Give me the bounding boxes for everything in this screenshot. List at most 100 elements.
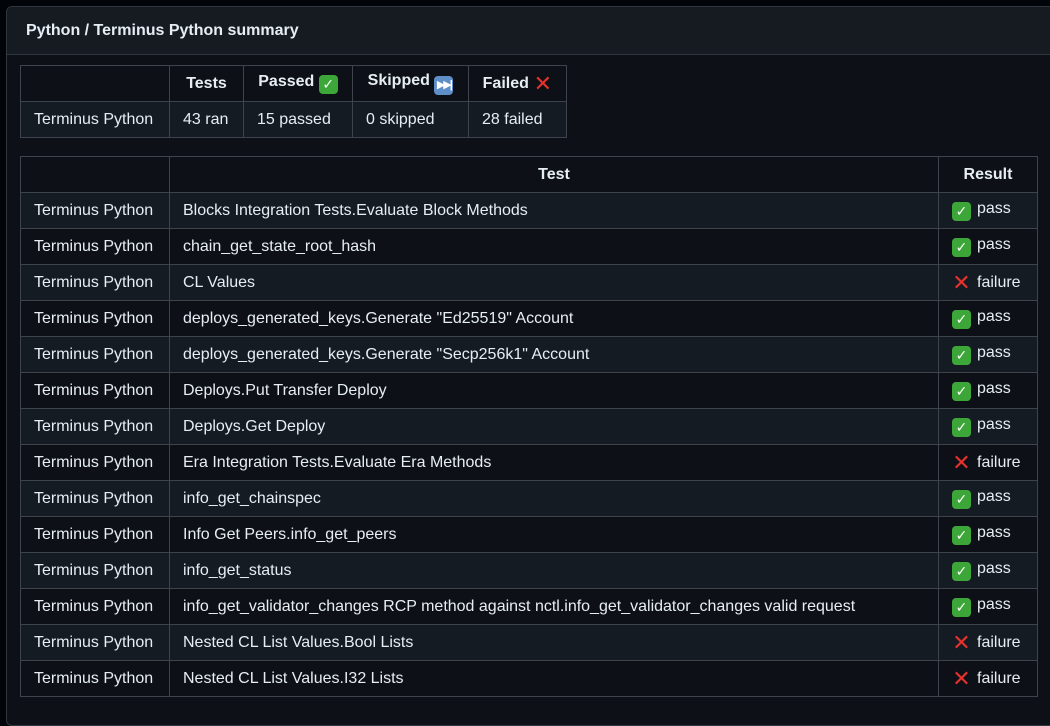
table-row: Terminus Python deploys_generated_keys.Ge… (20, 300, 1038, 337)
cross-icon: ✕ (952, 270, 971, 295)
summary-row: Terminus Python 43 ran 15 passed 0 skipp… (20, 101, 567, 138)
row-test-name: CL Values (169, 264, 939, 301)
row-suite: Terminus Python (20, 660, 170, 697)
row-suite: Terminus Python (20, 480, 170, 517)
row-test-name: deploys_generated_keys.Generate "Ed25519… (169, 300, 939, 337)
row-suite: Terminus Python (20, 264, 170, 301)
row-suite: Terminus Python (20, 552, 170, 589)
results-header-test: Test (169, 156, 939, 193)
row-result: ✕ failure (938, 624, 1038, 661)
row-result: ✓ pass (938, 192, 1038, 229)
row-test-name: Nested CL List Values.I32 Lists (169, 660, 939, 697)
check-icon: ✓ (952, 202, 971, 221)
row-suite: Terminus Python (20, 336, 170, 373)
row-test-name: info_get_validator_changes RCP method ag… (169, 588, 939, 625)
row-result: ✓ pass (938, 480, 1038, 517)
panel-title: Python / Terminus Python summary (7, 7, 1050, 55)
summary-header-row: Tests Passed ✓ Skipped ▶▶| Failed ✕ (20, 65, 567, 102)
row-test-name: Deploys.Put Transfer Deploy (169, 372, 939, 409)
summary-header-failed: Failed ✕ (468, 65, 567, 102)
row-test-name: Nested CL List Values.Bool Lists (169, 624, 939, 661)
check-icon: ✓ (952, 526, 971, 545)
results-body: Terminus Python Blocks Integration Tests.… (20, 192, 1038, 697)
results-header-row: Test Result (20, 156, 1038, 193)
row-result-label: failure (977, 274, 1021, 291)
row-result-label: pass (977, 380, 1011, 397)
row-result: ✓ pass (938, 588, 1038, 625)
row-suite: Terminus Python (20, 624, 170, 661)
row-suite: Terminus Python (20, 408, 170, 445)
check-icon: ✓ (952, 562, 971, 581)
cross-icon: ✕ (952, 630, 971, 655)
row-test-name: Info Get Peers.info_get_peers (169, 516, 939, 553)
cross-icon: ✕ (952, 666, 971, 691)
row-suite: Terminus Python (20, 588, 170, 625)
table-row: Terminus Python Deploys.Get Deploy ✓ pass (20, 408, 1038, 445)
table-row: Terminus Python Nested CL List Values.Boo… (20, 624, 1038, 661)
table-row: Terminus Python CL Values ✕ failure (20, 264, 1038, 301)
summary-passed: 15 passed (243, 101, 353, 138)
row-result-label: pass (977, 560, 1011, 577)
table-row: Terminus Python info_get_validator_change… (20, 588, 1038, 625)
table-row: Terminus Python Blocks Integration Tests.… (20, 192, 1038, 229)
row-result-label: failure (977, 454, 1021, 471)
row-result-label: failure (977, 670, 1021, 687)
row-suite: Terminus Python (20, 228, 170, 265)
row-result: ✓ pass (938, 408, 1038, 445)
row-test-name: Deploys.Get Deploy (169, 408, 939, 445)
summary-header-tests: Tests (169, 65, 244, 102)
table-row: Terminus Python Nested CL List Values.I32… (20, 660, 1038, 697)
row-test-name: Era Integration Tests.Evaluate Era Metho… (169, 444, 939, 481)
row-result-label: pass (977, 524, 1011, 541)
row-result: ✕ failure (938, 444, 1038, 481)
summary-header-blank (20, 65, 170, 102)
table-row: Terminus Python info_get_chainspec ✓ pass (20, 480, 1038, 517)
summary-failed: 28 failed (468, 101, 567, 138)
row-result-label: pass (977, 344, 1011, 361)
row-result-label: failure (977, 634, 1021, 651)
results-table: Test Result Terminus Python Blocks Integr… (20, 156, 1038, 697)
check-icon: ✓ (952, 238, 971, 257)
summary-table: Tests Passed ✓ Skipped ▶▶| Failed ✕ Term… (20, 65, 567, 138)
check-icon: ✓ (952, 490, 971, 509)
check-icon: ✓ (952, 598, 971, 617)
row-suite: Terminus Python (20, 192, 170, 229)
check-icon: ✓ (952, 346, 971, 365)
table-row: Terminus Python chain_get_state_root_hash… (20, 228, 1038, 265)
row-result-label: pass (977, 308, 1011, 325)
table-row: Terminus Python Era Integration Tests.Eva… (20, 444, 1038, 481)
cross-icon: ✕ (952, 450, 971, 475)
skip-icon: ▶▶| (434, 76, 454, 95)
row-result: ✓ pass (938, 516, 1038, 553)
row-test-name: info_get_status (169, 552, 939, 589)
row-result-label: pass (977, 236, 1011, 253)
row-test-name: deploys_generated_keys.Generate "Secp256… (169, 336, 939, 373)
row-result-label: pass (977, 200, 1011, 217)
row-result: ✓ pass (938, 372, 1038, 409)
row-test-name: chain_get_state_root_hash (169, 228, 939, 265)
row-suite: Terminus Python (20, 516, 170, 553)
row-test-name: info_get_chainspec (169, 480, 939, 517)
table-row: Terminus Python deploys_generated_keys.Ge… (20, 336, 1038, 373)
row-result: ✓ pass (938, 336, 1038, 373)
row-result: ✓ pass (938, 300, 1038, 337)
summary-header-skipped: Skipped ▶▶| (352, 65, 469, 102)
table-row: Terminus Python Info Get Peers.info_get_p… (20, 516, 1038, 553)
row-result: ✓ pass (938, 228, 1038, 265)
summary-header-passed: Passed ✓ (243, 65, 353, 102)
check-icon: ✓ (952, 310, 971, 329)
row-suite: Terminus Python (20, 372, 170, 409)
summary-skipped: 0 skipped (352, 101, 469, 138)
check-icon: ✓ (952, 418, 971, 437)
row-suite: Terminus Python (20, 300, 170, 337)
row-result: ✕ failure (938, 660, 1038, 697)
results-header-blank (20, 156, 170, 193)
row-suite: Terminus Python (20, 444, 170, 481)
check-icon: ✓ (952, 382, 971, 401)
row-result-label: pass (977, 488, 1011, 505)
summary-suite: Terminus Python (20, 101, 170, 138)
cross-icon: ✕ (533, 71, 553, 96)
row-result-label: pass (977, 596, 1011, 613)
table-row: Terminus Python Deploys.Put Transfer Depl… (20, 372, 1038, 409)
row-result: ✕ failure (938, 264, 1038, 301)
